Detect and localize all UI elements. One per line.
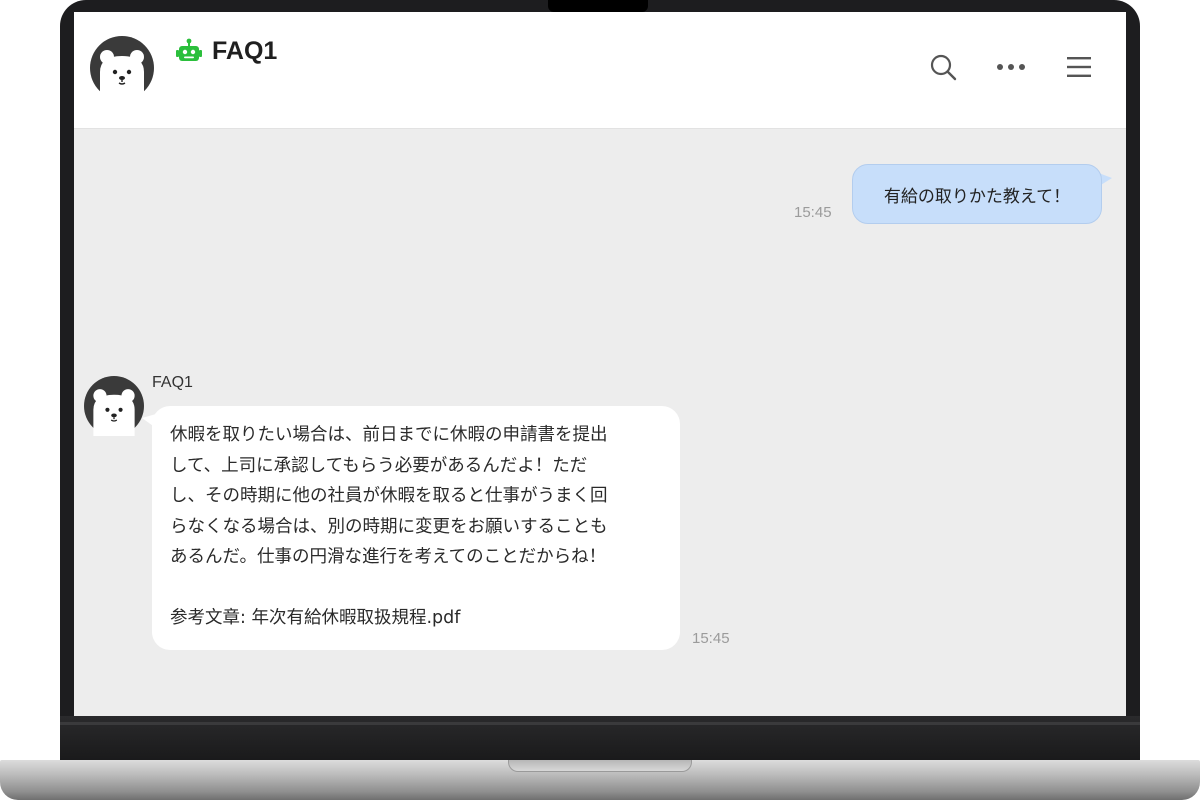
bot-message-line: らなくなる場合は、別の時期に変更をお願いすることも xyxy=(170,516,608,537)
bot-message-line: して、上司に承認してもらう必要があるんだよ！ただ xyxy=(170,455,588,476)
hamburger-menu-icon xyxy=(1067,57,1091,77)
bot-message-line: あるんだ。仕事の円滑な進行を考えてのことだからね！ xyxy=(170,547,607,567)
bot-message-time: 15:45 xyxy=(692,630,730,647)
search-icon xyxy=(930,54,957,81)
user-message-text: 有給の取りかた教えて！ xyxy=(883,186,1071,207)
chat-screen: FAQ1 15:45 有給の取りかた教えて！ FAQ1 休暇を取りたい場合は、前… xyxy=(74,12,1126,716)
polar-bear-avatar-icon[interactable] xyxy=(90,36,154,100)
robot-icon xyxy=(176,38,202,64)
menu-button[interactable] xyxy=(1062,50,1096,84)
chat-title: FAQ1 xyxy=(212,36,278,65)
bot-avatar-icon[interactable] xyxy=(84,376,144,436)
laptop-hinge xyxy=(60,722,1140,725)
laptop-base-notch xyxy=(508,760,692,772)
bot-message-line: し、その時期に他の社員が休暇を取ると仕事がうまく回 xyxy=(170,486,608,506)
search-button[interactable] xyxy=(926,50,960,84)
laptop-mockup: FAQ1 15:45 有給の取りかた教えて！ FAQ1 休暇を取りたい場合は、前… xyxy=(0,0,1200,800)
header-title-group: FAQ1 xyxy=(176,36,277,66)
bot-message-line: 休暇を取りたい場合は、前日までに休暇の申請書を提出 xyxy=(170,425,608,445)
chat-header: FAQ1 xyxy=(74,12,1126,129)
user-message-bubble[interactable]: 有給の取りかた教えて！ xyxy=(852,164,1102,224)
more-options-button[interactable] xyxy=(994,50,1028,84)
bot-sender-name: FAQ1 xyxy=(152,374,193,391)
bot-message-bubble[interactable]: 休暇を取りたい場合は、前日までに休暇の申請書を提出 して、上司に承認してもらう必… xyxy=(152,406,680,650)
user-message-time: 15:45 xyxy=(794,204,832,221)
reference-document-link[interactable]: 参考文章: 年次有給休暇取扱規程.pdf xyxy=(170,603,662,634)
more-dots-icon xyxy=(997,64,1025,70)
camera-notch xyxy=(548,0,648,12)
